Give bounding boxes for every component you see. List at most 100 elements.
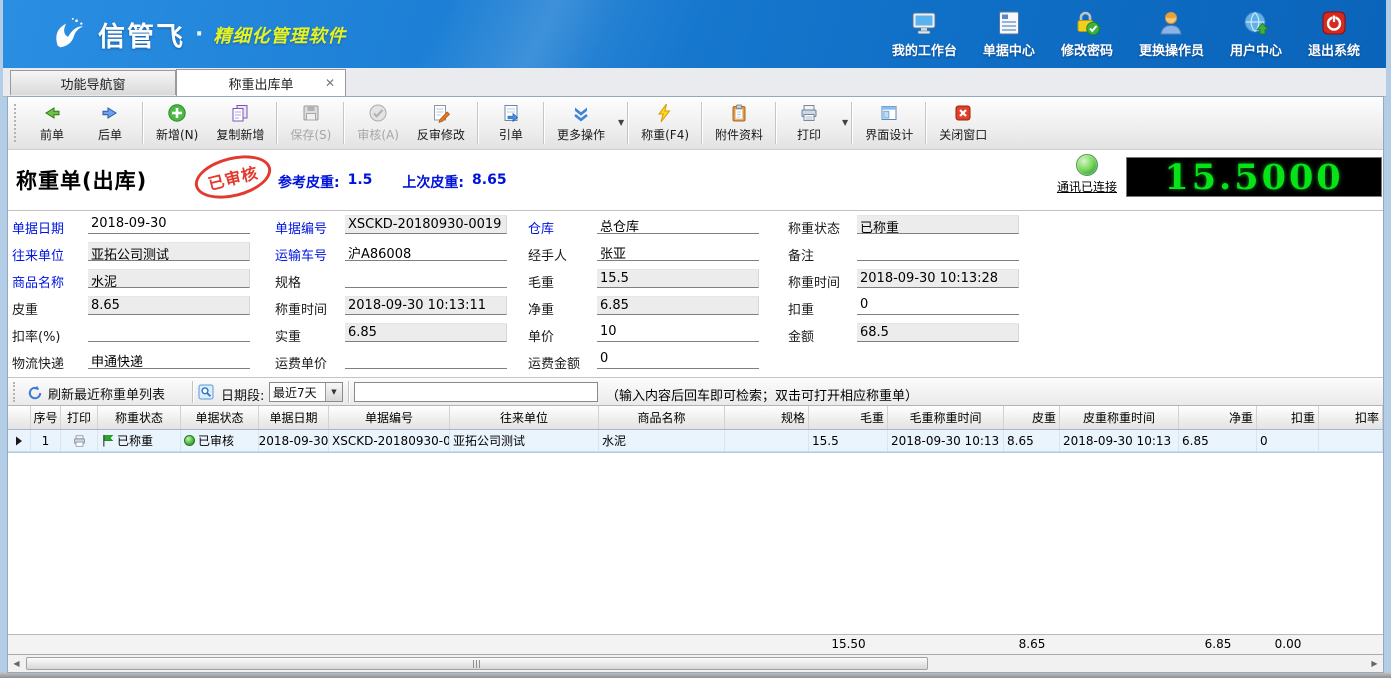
column-header-gross[interactable]: 毛重: [809, 406, 888, 429]
toolbar-button-copy-new[interactable]: 复制新增: [207, 99, 273, 146]
field-label-actual-weight: 实重: [275, 326, 301, 345]
workstation-icon: [910, 9, 938, 37]
toolbar-button-more-actions[interactable]: 更多操作: [548, 99, 614, 146]
field-actual-weight[interactable]: 6.85: [345, 323, 507, 342]
field-freight-price[interactable]: [345, 350, 507, 369]
field-warehouse[interactable]: 总仓库: [597, 215, 759, 234]
toolbar-group-audit: 审核(A): [348, 99, 408, 146]
toolbar-button-unaudit-edit[interactable]: 反审修改: [408, 99, 474, 146]
column-header-seq[interactable]: 序号: [31, 406, 61, 429]
toolbar-button-attachments[interactable]: 附件资料: [706, 99, 772, 146]
next-doc-icon: [100, 103, 120, 123]
close-window-icon: [953, 103, 973, 123]
column-header-tare[interactable]: 皮重: [1004, 406, 1060, 429]
toolbar-button-label: 关闭窗口: [939, 126, 987, 143]
field-label-vehicle-no: 运输车号: [275, 245, 327, 264]
doc-status-text: 已审核: [198, 432, 234, 449]
field-partner[interactable]: 亚拓公司测试: [88, 242, 250, 261]
toolbar-button-label: 前单: [40, 126, 64, 143]
titlebar-action-my-workstation[interactable]: 我的工作台: [892, 9, 957, 59]
field-vehicle-no[interactable]: 沪A86008: [345, 242, 507, 261]
last-tare-label: 上次皮重:: [402, 172, 464, 192]
column-header-spec[interactable]: 规格: [725, 406, 809, 429]
column-header-doc_no[interactable]: 单据编号: [329, 406, 450, 429]
search-hint: （输入内容后回车即可检索；双击可打开相应称重单）: [606, 385, 918, 404]
column-header-doc_status[interactable]: 单据状态: [181, 406, 259, 429]
chevron-down-icon[interactable]: ▼: [618, 118, 624, 127]
toolbar-separator: [343, 102, 345, 144]
field-remark[interactable]: [857, 242, 1019, 261]
toolbar-button-ui-design[interactable]: 界面设计: [856, 99, 922, 146]
scroll-right-arrow-icon[interactable]: ▶: [1367, 657, 1382, 670]
field-net-weight[interactable]: 6.85: [597, 296, 759, 315]
field-gross-weight[interactable]: 15.5: [597, 269, 759, 288]
separator: [348, 381, 350, 403]
toolbar-button-weigh[interactable]: 称重(F4): [632, 99, 698, 146]
tab-close-icon[interactable]: ✕: [325, 76, 335, 90]
field-label-unit-price: 单价: [528, 326, 554, 345]
toolbar-button-label: 反审修改: [417, 126, 465, 143]
toolbar-separator: [701, 102, 703, 144]
field-label-weigh-time-gross: 称重时间: [275, 299, 327, 318]
window-bottom-frame: [0, 672, 1391, 678]
reference-weights: 参考皮重: 1.5 上次皮重: 8.65: [278, 172, 507, 192]
field-doc-date[interactable]: 2018-09-30: [88, 215, 250, 234]
titlebar-action-exit-system[interactable]: 退出系统: [1308, 9, 1360, 59]
field-label-product-name: 商品名称: [12, 272, 64, 291]
column-header-tare_time[interactable]: 皮重称重时间: [1060, 406, 1179, 429]
field-spec[interactable]: [345, 269, 507, 288]
cell-doc_status: 已审核: [181, 430, 259, 451]
audited-stamp: 已审核: [190, 148, 275, 206]
column-header-marker[interactable]: [8, 406, 31, 429]
field-doc-no[interactable]: XSCKD-20180930-0019: [345, 215, 507, 234]
search-input[interactable]: [354, 382, 598, 402]
field-logistics[interactable]: 申通快递: [88, 350, 250, 369]
field-handler[interactable]: 张亚: [597, 242, 759, 261]
field-amount[interactable]: 68.5: [857, 323, 1019, 342]
chevron-down-icon[interactable]: ▼: [842, 118, 848, 127]
refresh-list-button[interactable]: 刷新最近称重单列表: [20, 381, 172, 405]
field-deduct-weight[interactable]: 0: [857, 296, 1019, 315]
tab-nav-window[interactable]: 功能导航窗: [10, 70, 176, 95]
column-header-partner[interactable]: 往来单位: [450, 406, 599, 429]
field-weigh-status[interactable]: 已称重: [857, 215, 1019, 234]
column-header-weigh_status[interactable]: 称重状态: [98, 406, 181, 429]
toolbar-button-prev-doc[interactable]: 前单: [23, 99, 81, 146]
date-range-select[interactable]: 最近7天 ▼: [269, 382, 343, 402]
column-header-gross_time[interactable]: 毛重称重时间: [888, 406, 1004, 429]
field-product-name[interactable]: 水泥: [88, 269, 250, 288]
tab-weigh-outbound[interactable]: 称重出库单✕: [176, 69, 346, 96]
print-small-icon[interactable]: [72, 434, 87, 448]
titlebar-action-switch-operator[interactable]: 更换操作员: [1139, 9, 1204, 59]
column-header-deduct[interactable]: 扣重: [1257, 406, 1319, 429]
table-row[interactable]: 1已称重已审核2018-09-30XSCKD-20180930-0019亚拓公司…: [8, 430, 1383, 452]
toolbar-button-label: 新增(N): [156, 126, 198, 143]
field-weigh-time-gross[interactable]: 2018-09-30 10:13:11: [345, 296, 507, 315]
comm-led-icon: [1076, 154, 1098, 176]
scroll-left-arrow-icon[interactable]: ◀: [9, 657, 24, 670]
toolbar-button-pull-doc[interactable]: 引单: [482, 99, 540, 146]
toolbar-button-next-doc[interactable]: 后单: [81, 99, 139, 146]
toolbar-button-print[interactable]: 打印: [780, 99, 838, 146]
comm-status-link[interactable]: 通讯已连接: [1057, 178, 1117, 195]
field-unit-price[interactable]: 10: [597, 323, 759, 342]
toolbar-separator: [627, 102, 629, 144]
titlebar-action-doc-center[interactable]: 单据中心: [983, 9, 1035, 59]
toolbar-button-add-new[interactable]: 新增(N): [147, 99, 207, 146]
toolbar-button-close-window[interactable]: 关闭窗口: [930, 99, 996, 146]
scrollbar-thumb[interactable]: [26, 657, 928, 670]
column-header-doc_date[interactable]: 单据日期: [259, 406, 329, 429]
titlebar-action-label: 退出系统: [1308, 40, 1360, 59]
titlebar-action-user-center[interactable]: 用户中心: [1230, 9, 1282, 59]
column-header-product[interactable]: 商品名称: [599, 406, 725, 429]
exit-system-icon: [1320, 9, 1348, 37]
field-weigh-time-tare[interactable]: 2018-09-30 10:13:28: [857, 269, 1019, 288]
column-header-print[interactable]: 打印: [61, 406, 98, 429]
column-header-net[interactable]: 净重: [1179, 406, 1257, 429]
column-header-deduct_rate[interactable]: 扣率: [1319, 406, 1383, 429]
field-tare-weight[interactable]: 8.65: [88, 296, 250, 315]
titlebar-action-change-password[interactable]: 修改密码: [1061, 9, 1113, 59]
toolbar-separator: [276, 102, 278, 144]
field-freight-amount[interactable]: 0: [597, 350, 759, 369]
field-deduct-rate[interactable]: [88, 323, 250, 342]
